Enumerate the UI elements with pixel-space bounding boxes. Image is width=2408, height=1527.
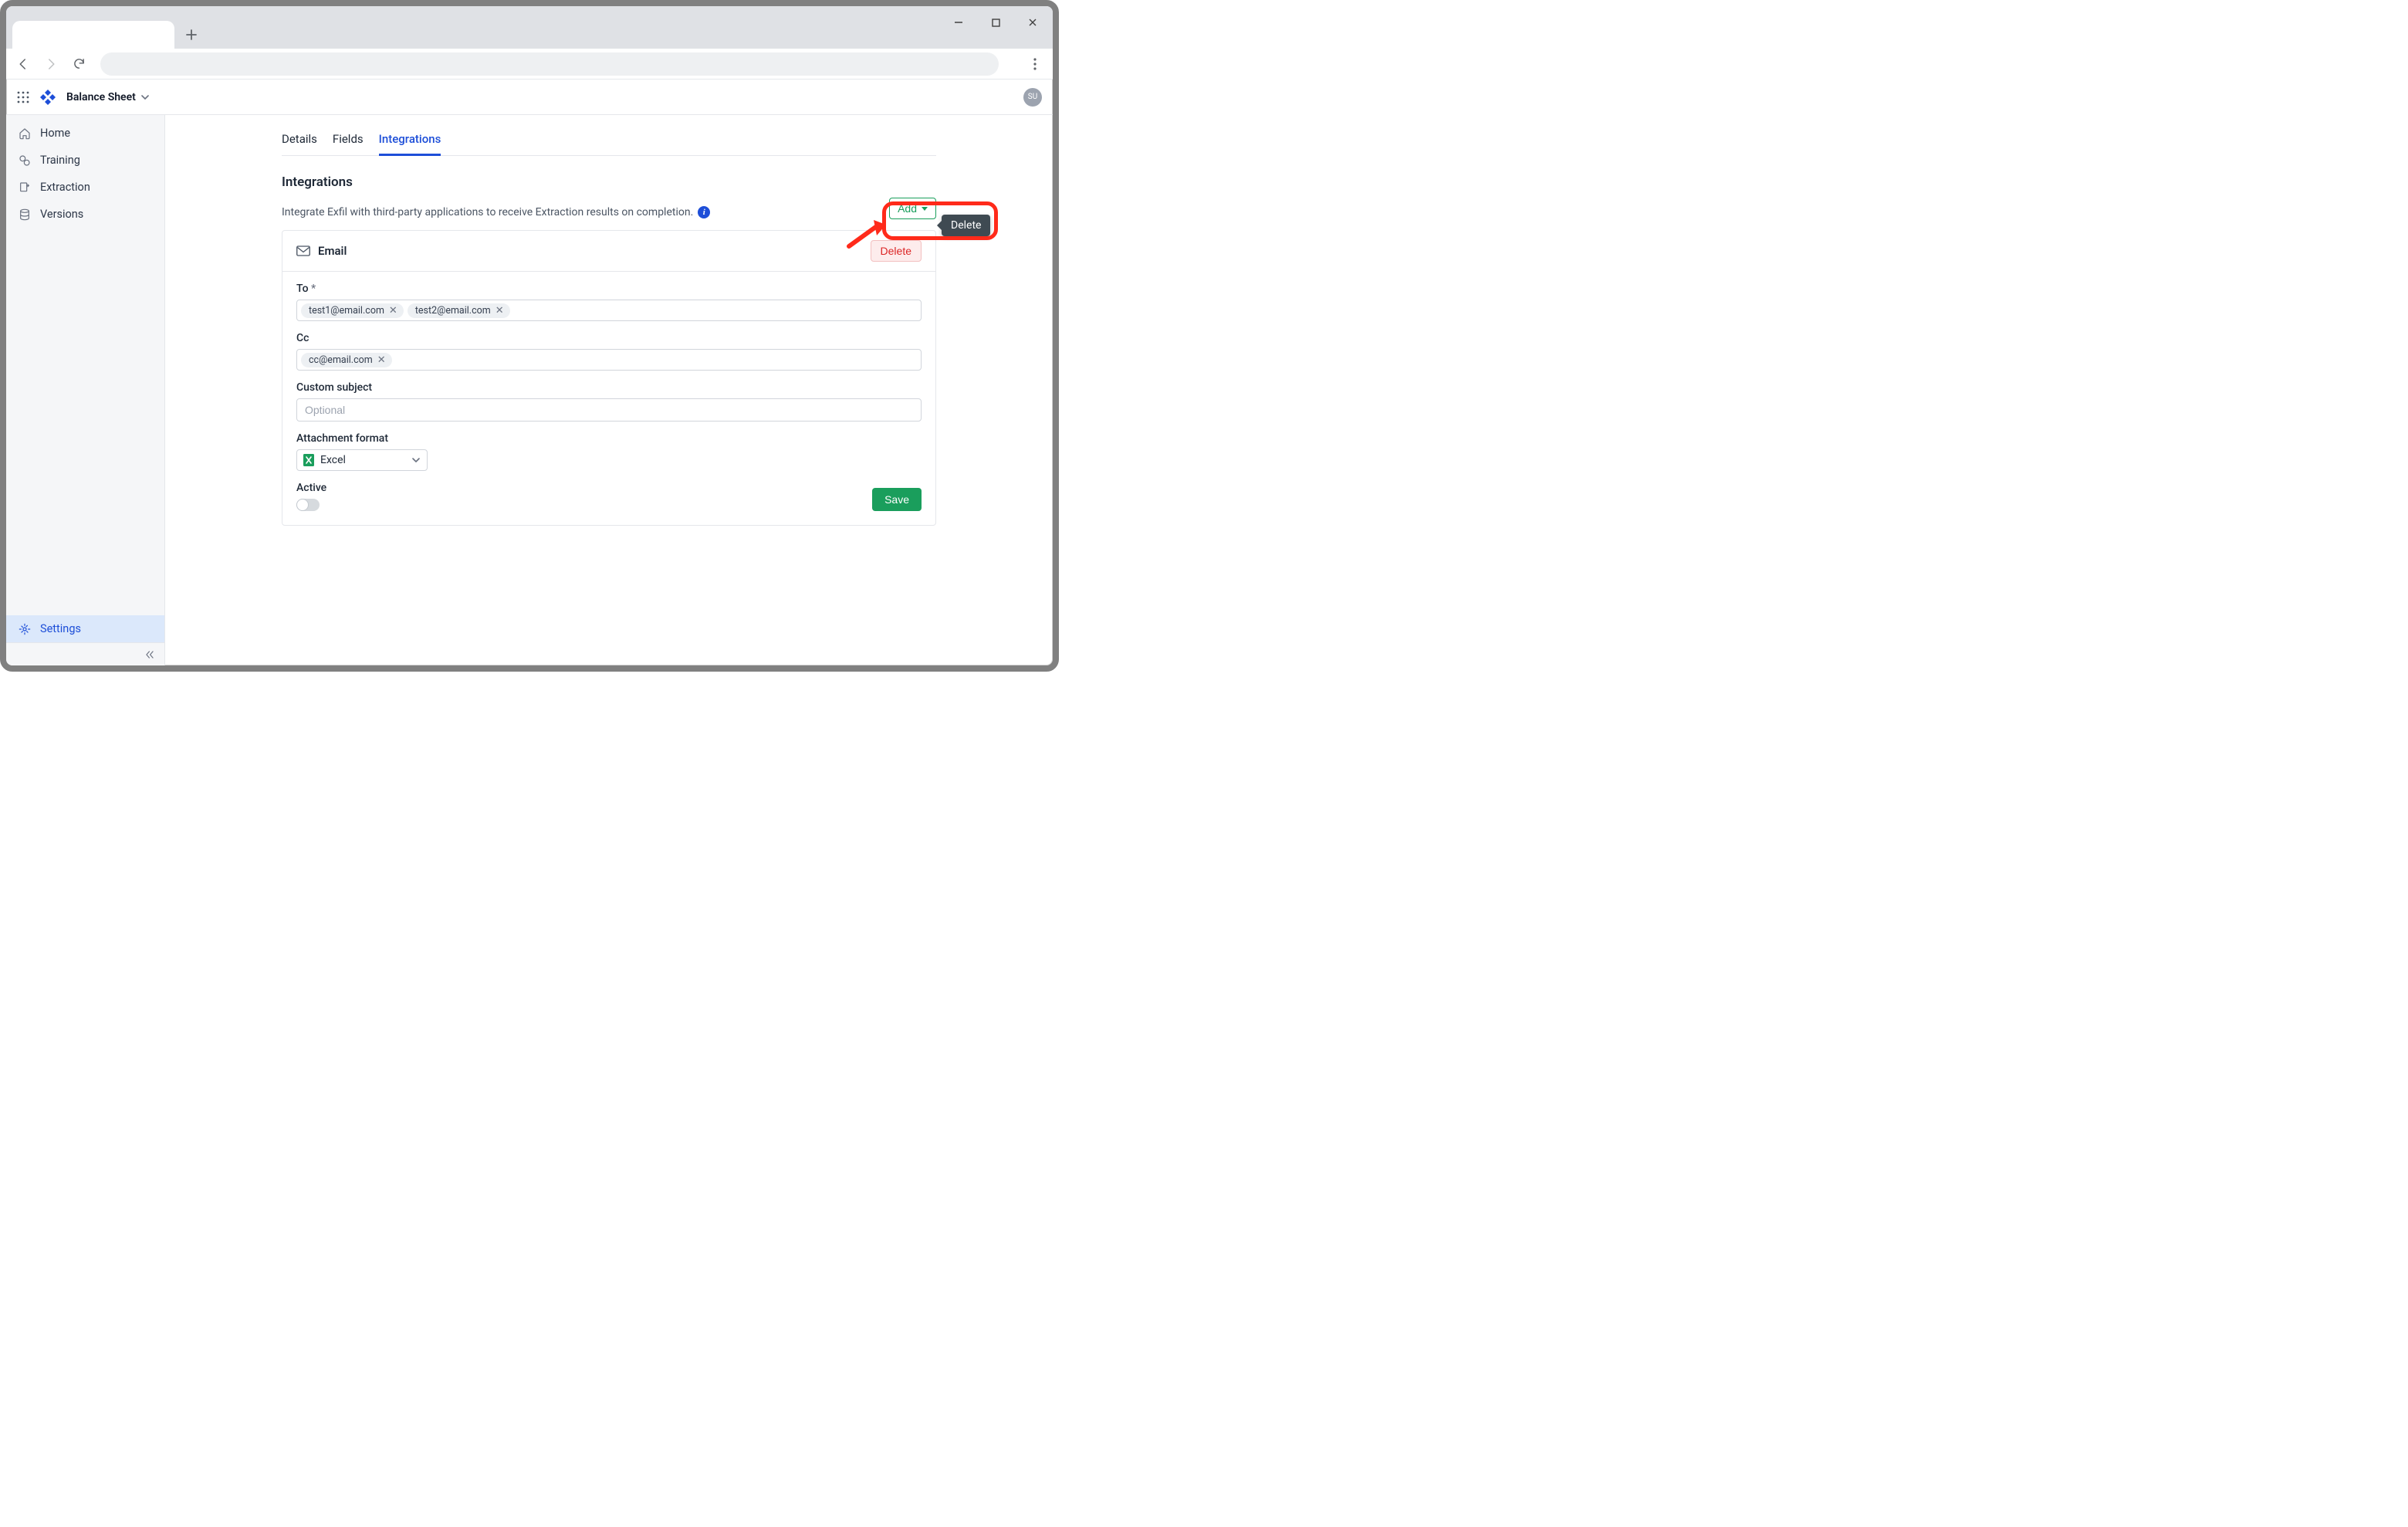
project-selector[interactable]: Balance Sheet — [66, 91, 150, 103]
browser-toolbar — [6, 49, 1053, 80]
avatar-initials: SU — [1028, 93, 1037, 101]
tabs: Details Fields Integrations — [282, 129, 936, 156]
save-button[interactable]: Save — [872, 488, 922, 511]
subject-label: Custom subject — [296, 381, 922, 394]
sidebar-item-label: Extraction — [40, 181, 90, 194]
delete-integration-button[interactable]: Delete — [871, 240, 922, 262]
mail-icon — [296, 245, 310, 256]
browser-tab[interactable] — [12, 21, 174, 49]
avatar[interactable]: SU — [1023, 88, 1042, 107]
cc-label: Cc — [296, 332, 922, 344]
attachment-format-select[interactable]: Excel — [296, 449, 428, 471]
chip-remove-icon[interactable]: ✕ — [494, 305, 506, 317]
training-icon — [19, 154, 32, 167]
gear-icon — [19, 623, 32, 635]
to-input[interactable]: test1@email.com ✕ test2@email.com ✕ — [296, 300, 922, 321]
project-name-label: Balance Sheet — [66, 91, 136, 103]
home-icon — [19, 127, 32, 140]
info-icon[interactable]: i — [698, 206, 710, 218]
cc-input[interactable]: cc@email.com ✕ — [296, 349, 922, 371]
window-maximize-button[interactable] — [980, 11, 1011, 34]
window-minimize-button[interactable] — [943, 11, 974, 34]
tab-details[interactable]: Details — [282, 129, 317, 155]
email-chip: test1@email.com ✕ — [301, 303, 404, 318]
sidebar-item-extraction[interactable]: Extraction — [6, 174, 164, 201]
browser-menu-button[interactable] — [1023, 52, 1047, 76]
sidebar-item-versions[interactable]: Versions — [6, 201, 164, 228]
app-logo-icon — [39, 88, 57, 107]
email-chip: cc@email.com ✕ — [301, 353, 392, 367]
browser-forward-button[interactable] — [40, 53, 62, 75]
sidebar-item-label: Settings — [40, 622, 81, 635]
sidebar-item-home[interactable]: Home — [6, 120, 164, 147]
browser-reload-button[interactable] — [68, 53, 90, 75]
section-description: Integrate Exfil with third-party applica… — [282, 206, 710, 218]
viewport: Balance Sheet SU Home Training Extra — [0, 0, 1059, 672]
chevron-down-icon — [411, 455, 421, 465]
browser-back-button[interactable] — [12, 53, 34, 75]
main-content: Details Fields Integrations Integrations… — [165, 115, 1053, 665]
chip-remove-icon[interactable]: ✕ — [376, 354, 387, 366]
add-integration-button[interactable]: Add — [889, 198, 936, 219]
browser-address-bar[interactable] — [100, 52, 999, 76]
sidebar-item-settings[interactable]: Settings — [6, 615, 164, 642]
tab-integrations[interactable]: Integrations — [379, 129, 441, 156]
subject-input[interactable] — [296, 398, 922, 422]
sidebar-collapse-button[interactable] — [6, 642, 164, 665]
to-label: To * — [296, 283, 922, 295]
window-close-button[interactable] — [1017, 11, 1048, 34]
page-title: Integrations — [282, 174, 936, 190]
sidebar-item-training[interactable]: Training — [6, 147, 164, 174]
active-toggle[interactable] — [296, 499, 320, 511]
active-label: Active — [296, 482, 326, 494]
sidebar-item-label: Training — [40, 154, 80, 167]
email-integration-card: Email Delete To * test1@ema — [282, 230, 936, 526]
app-header: Balance Sheet SU — [6, 80, 1053, 115]
excel-icon — [303, 454, 314, 466]
toggle-knob — [297, 499, 308, 510]
sidebar: Home Training Extraction Versions Settin… — [6, 115, 165, 665]
sidebar-item-label: Home — [40, 127, 70, 140]
caret-down-icon — [922, 207, 928, 211]
new-tab-button[interactable] — [181, 24, 202, 46]
tab-fields[interactable]: Fields — [333, 129, 364, 155]
app-launcher-icon[interactable] — [17, 91, 29, 103]
format-label: Attachment format — [296, 432, 922, 445]
chevron-double-left-icon — [144, 649, 155, 660]
browser-tab-strip — [6, 6, 1053, 49]
email-chip: test2@email.com ✕ — [408, 303, 510, 318]
database-icon — [19, 208, 32, 221]
chip-remove-icon[interactable]: ✕ — [387, 305, 399, 317]
delete-tooltip: Delete — [942, 215, 990, 236]
chevron-down-icon — [140, 93, 150, 102]
sidebar-item-label: Versions — [40, 208, 83, 221]
card-title: Email — [318, 244, 347, 258]
extraction-icon — [19, 181, 32, 194]
